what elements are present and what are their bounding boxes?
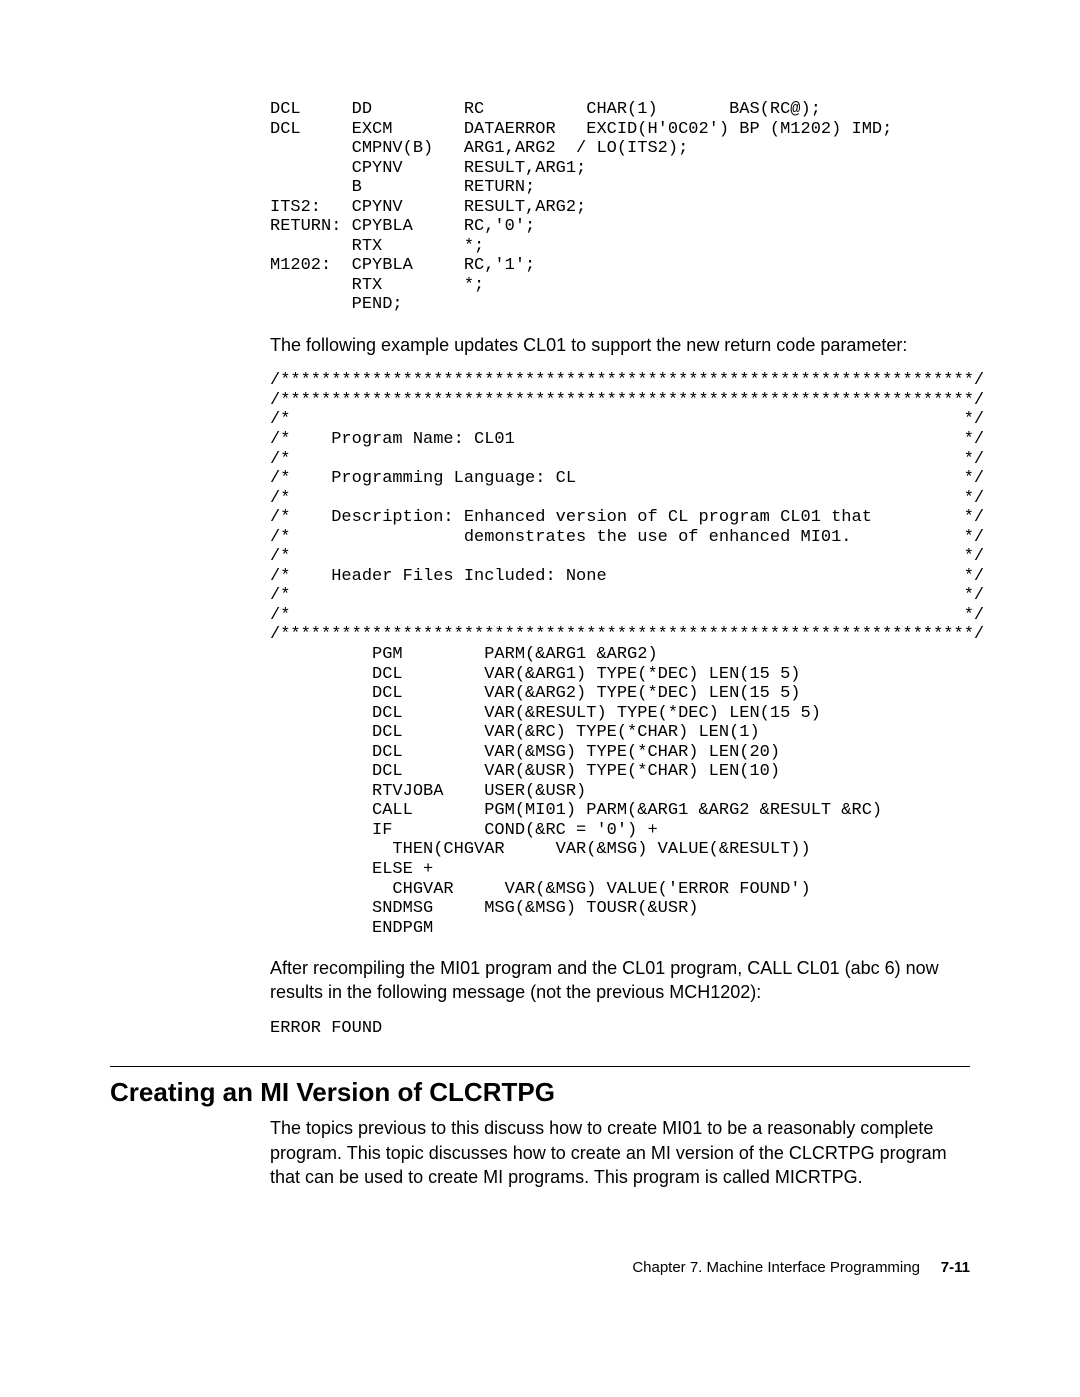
- page: DCL DD RC CHAR(1) BAS(RC@); DCL EXCM DAT…: [0, 0, 1080, 1356]
- footer-chapter-label: Chapter 7. Machine Interface Programming: [632, 1259, 920, 1276]
- section-body-indent: The topics previous to this discuss how …: [270, 1116, 970, 1189]
- code-block-3: ERROR FOUND: [270, 1019, 970, 1039]
- section-divider: [110, 1066, 970, 1067]
- paragraph-intro-cl01: The following example updates CL01 to su…: [270, 333, 970, 357]
- paragraph-section: The topics previous to this discuss how …: [270, 1116, 970, 1189]
- page-footer: Chapter 7. Machine Interface Programming…: [110, 1259, 970, 1276]
- content-indent: DCL DD RC CHAR(1) BAS(RC@); DCL EXCM DAT…: [270, 100, 970, 1038]
- code-block-2: /***************************************…: [270, 371, 970, 938]
- paragraph-recompile: After recompiling the MI01 program and t…: [270, 956, 970, 1005]
- section-heading: Creating an MI Version of CLCRTPG: [110, 1077, 970, 1108]
- footer-page-number: 7-11: [941, 1259, 970, 1276]
- code-block-1: DCL DD RC CHAR(1) BAS(RC@); DCL EXCM DAT…: [270, 100, 970, 315]
